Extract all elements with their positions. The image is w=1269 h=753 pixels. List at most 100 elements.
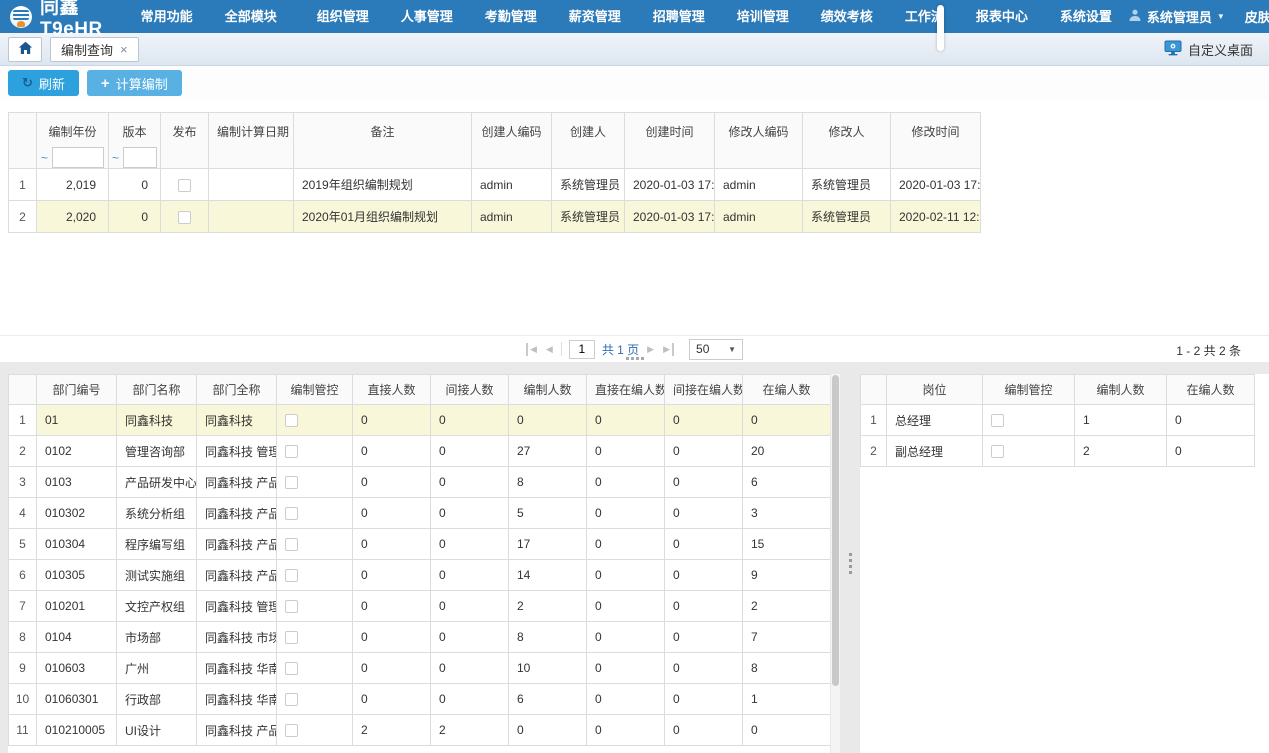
user-menu[interactable]: 系统管理员 ▼ bbox=[1128, 7, 1225, 26]
indirect-count-cell: 0 bbox=[431, 405, 509, 436]
dept-code-cell: 010302 bbox=[37, 498, 117, 529]
nav-item[interactable]: 考勤管理 bbox=[469, 0, 553, 33]
column-header-modify-time[interactable]: 修改时间 bbox=[891, 113, 981, 169]
panel-resize-handle[interactable] bbox=[624, 355, 646, 362]
column-header-publish[interactable]: 发布 bbox=[161, 113, 209, 169]
column-header[interactable]: 直接人数 bbox=[353, 375, 431, 405]
position-row[interactable]: 1 总经理 1 0 bbox=[861, 405, 1255, 436]
planned-count-cell: 8 bbox=[509, 622, 587, 653]
prev-page-button[interactable]: ◀ bbox=[545, 343, 554, 356]
control-cell bbox=[983, 436, 1075, 467]
establishment-control-checkbox[interactable] bbox=[285, 631, 298, 644]
vertical-splitter[interactable] bbox=[840, 374, 860, 753]
establishment-control-checkbox[interactable] bbox=[285, 693, 298, 706]
nav-item[interactable]: 人事管理 bbox=[385, 0, 469, 33]
department-row[interactable]: 10 01060301 行政部 同鑫科技 华南基地 0 0 6 0 0 1 bbox=[9, 684, 831, 715]
nav-item[interactable]: 薪资管理 bbox=[553, 0, 637, 33]
department-row[interactable]: 4 010302 系统分析组 同鑫科技 产品研发 0 0 5 0 0 3 bbox=[9, 498, 831, 529]
column-header-note[interactable]: 备注 bbox=[294, 113, 472, 169]
column-header[interactable]: 在编人数 bbox=[743, 375, 831, 405]
plan-table-row[interactable]: 2 2,020 0 2020年01月组织编制规划 admin 系统管理员 202… bbox=[9, 201, 981, 233]
column-header[interactable]: 部门全称 bbox=[197, 375, 277, 405]
column-header-create-time[interactable]: 创建时间 bbox=[625, 113, 715, 169]
column-header-modifier-code[interactable]: 修改人编码 bbox=[715, 113, 803, 169]
publish-checkbox[interactable] bbox=[178, 179, 191, 192]
row-number: 7 bbox=[9, 591, 37, 622]
department-row[interactable]: 3 0103 产品研发中心 同鑫科技 产品研发 0 0 8 0 0 6 bbox=[9, 467, 831, 498]
department-row[interactable]: 2 0102 管理咨询部 同鑫科技 管理咨询 0 0 27 0 0 20 bbox=[9, 436, 831, 467]
establishment-control-checkbox[interactable] bbox=[285, 445, 298, 458]
column-header[interactable]: 编制人数 bbox=[1075, 375, 1167, 405]
establishment-control-checkbox[interactable] bbox=[285, 662, 298, 675]
dept-name-cell: 管理咨询部 bbox=[117, 436, 197, 467]
column-header[interactable]: 直接在编人数 bbox=[587, 375, 665, 405]
column-header[interactable]: 编制管控 bbox=[277, 375, 353, 405]
nav-scrollbar-thumb[interactable] bbox=[937, 5, 944, 51]
vertical-scrollbar[interactable] bbox=[830, 374, 840, 753]
establishment-control-checkbox[interactable] bbox=[285, 724, 298, 737]
column-header-creator-code[interactable]: 创建人编码 bbox=[472, 113, 552, 169]
nav-item[interactable]: 全部模块 bbox=[209, 0, 293, 33]
refresh-label: 刷新 bbox=[39, 74, 65, 93]
year-filter-input[interactable] bbox=[52, 147, 104, 168]
page-size-select[interactable]: 50 ▼ bbox=[689, 339, 743, 360]
establishment-control-checkbox[interactable] bbox=[285, 538, 298, 551]
nav-item[interactable]: 系统设置 bbox=[1044, 0, 1128, 33]
nav-item[interactable]: 培训管理 bbox=[721, 0, 805, 33]
control-cell bbox=[277, 560, 353, 591]
column-header-version[interactable]: 版本 ~ bbox=[109, 113, 161, 169]
plan-table-row[interactable]: 1 2,019 0 2019年组织编制规划 admin 系统管理员 2020-0… bbox=[9, 169, 981, 201]
customize-desktop-button[interactable]: 自定义桌面 bbox=[1164, 40, 1253, 59]
column-header[interactable]: 编制人数 bbox=[509, 375, 587, 405]
version-filter-input[interactable] bbox=[123, 147, 157, 168]
department-row[interactable]: 6 010305 测试实施组 同鑫科技 产品研发 0 0 14 0 0 9 bbox=[9, 560, 831, 591]
column-header[interactable]: 在编人数 bbox=[1167, 375, 1255, 405]
column-header[interactable]: 部门编号 bbox=[37, 375, 117, 405]
modifier-code-cell: admin bbox=[715, 169, 803, 201]
column-header[interactable]: 编制管控 bbox=[983, 375, 1075, 405]
creator-code-cell: admin bbox=[472, 201, 552, 233]
department-row[interactable]: 1 01 同鑫科技 同鑫科技 0 0 0 0 0 0 bbox=[9, 405, 831, 436]
skin-menu[interactable]: 皮肤 ▼ bbox=[1245, 7, 1269, 26]
last-page-button[interactable]: ▶ bbox=[662, 343, 674, 356]
refresh-button[interactable]: ↻ 刷新 bbox=[8, 70, 79, 96]
establishment-control-checkbox[interactable] bbox=[991, 414, 1004, 427]
nav-item[interactable]: 常用功能 bbox=[125, 0, 209, 33]
establishment-control-checkbox[interactable] bbox=[285, 476, 298, 489]
first-page-button[interactable]: ◀ bbox=[526, 343, 538, 356]
close-icon[interactable]: × bbox=[120, 43, 128, 56]
column-header-calc-date[interactable]: 编制计算日期 bbox=[209, 113, 294, 169]
nav-item[interactable]: 报表中心 bbox=[960, 0, 1044, 33]
logo-text: 同鑫T9eHR bbox=[40, 0, 103, 41]
establishment-control-checkbox[interactable] bbox=[285, 569, 298, 582]
calculate-establishment-button[interactable]: + 计算编制 bbox=[87, 70, 182, 96]
position-row[interactable]: 2 副总经理 2 0 bbox=[861, 436, 1255, 467]
app-logo[interactable]: 同鑫T9eHR bbox=[10, 0, 103, 41]
publish-checkbox[interactable] bbox=[178, 211, 191, 224]
nav-item[interactable]: 招聘管理 bbox=[637, 0, 721, 33]
establishment-control-checkbox[interactable] bbox=[285, 600, 298, 613]
column-header[interactable]: 间接在编人数 bbox=[665, 375, 743, 405]
column-header-creator[interactable]: 创建人 bbox=[552, 113, 625, 169]
establishment-control-checkbox[interactable] bbox=[991, 445, 1004, 458]
indirect-count-cell: 0 bbox=[431, 467, 509, 498]
department-row[interactable]: 9 010603 广州 同鑫科技 华南基地 0 0 10 0 0 8 bbox=[9, 653, 831, 684]
column-header-modifier[interactable]: 修改人 bbox=[803, 113, 891, 169]
nav-item[interactable]: 绩效考核 bbox=[805, 0, 889, 33]
next-page-button[interactable]: ▶ bbox=[646, 343, 655, 356]
scrollbar-thumb[interactable] bbox=[832, 375, 839, 686]
column-header[interactable]: 岗位 bbox=[887, 375, 983, 405]
nav-item[interactable]: 组织管理 bbox=[301, 0, 385, 33]
establishment-control-checkbox[interactable] bbox=[285, 507, 298, 520]
establishment-control-checkbox[interactable] bbox=[285, 414, 298, 427]
nav-item[interactable]: 工作流 bbox=[889, 0, 960, 33]
column-header[interactable]: 间接人数 bbox=[431, 375, 509, 405]
column-header[interactable]: 部门名称 bbox=[117, 375, 197, 405]
department-row[interactable]: 11 010210005 UI设计 同鑫科技 产品研发 2 2 0 0 0 0 bbox=[9, 715, 831, 746]
department-row[interactable]: 5 010304 程序编写组 同鑫科技 产品研发 0 0 17 0 0 15 bbox=[9, 529, 831, 560]
active-count-cell: 15 bbox=[743, 529, 831, 560]
department-row[interactable]: 7 010201 文控产权组 同鑫科技 管理咨询 0 0 2 0 0 2 bbox=[9, 591, 831, 622]
column-header-year[interactable]: 编制年份 ~ bbox=[37, 113, 109, 169]
page-number-input[interactable] bbox=[569, 340, 595, 359]
department-row[interactable]: 8 0104 市场部 同鑫科技 市场部 0 0 8 0 0 7 bbox=[9, 622, 831, 653]
